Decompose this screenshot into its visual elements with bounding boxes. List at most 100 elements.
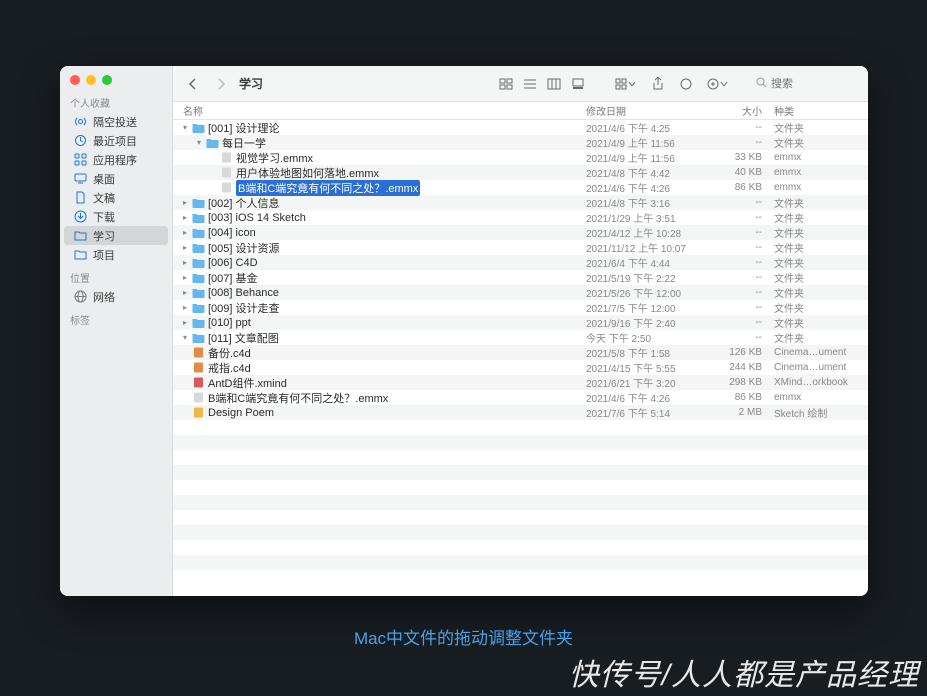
file-date: 2021/4/8 下午 3:16 bbox=[586, 195, 712, 210]
table-row[interactable] bbox=[173, 420, 868, 435]
disclosure-triangle-icon[interactable]: ▸ bbox=[181, 288, 189, 297]
sidebar-item[interactable]: 网络 bbox=[64, 287, 168, 306]
maximize-button[interactable] bbox=[102, 75, 112, 85]
sidebar-item[interactable]: 隔空投送 bbox=[64, 112, 168, 131]
disclosure-triangle-icon[interactable]: ▸ bbox=[181, 273, 189, 282]
view-list-button[interactable] bbox=[518, 73, 542, 95]
sidebar-item[interactable]: 最近项目 bbox=[64, 131, 168, 150]
table-row[interactable] bbox=[173, 540, 868, 555]
file-size: -- bbox=[712, 317, 768, 328]
sidebar-item[interactable]: 项目 bbox=[64, 245, 168, 264]
table-row[interactable]: ▸[002] 个人信息2021/4/8 下午 3:16--文件夹 bbox=[173, 195, 868, 210]
disclosure-triangle-icon[interactable]: ▸ bbox=[181, 228, 189, 237]
table-row[interactable]: Design Poem2021/7/6 下午 5:142 MBSketch 绘制 bbox=[173, 405, 868, 420]
header-date[interactable]: 修改日期 bbox=[586, 103, 712, 118]
table-row[interactable]: ▸[005] 设计资源2021/11/12 上午 10:07--文件夹 bbox=[173, 240, 868, 255]
sidebar-item[interactable]: 桌面 bbox=[64, 169, 168, 188]
header-name[interactable]: 名称 bbox=[173, 103, 586, 118]
table-row[interactable] bbox=[173, 480, 868, 495]
file-date: 2021/4/6 下午 4:25 bbox=[586, 120, 712, 135]
file-kind: 文件夹 bbox=[768, 255, 868, 270]
sidebar-item-label: 文稿 bbox=[93, 190, 115, 206]
table-row[interactable]: B端和C端究竟有何不同之处？.emmx2021/4/6 下午 4:2686 KB… bbox=[173, 390, 868, 405]
table-row[interactable] bbox=[173, 435, 868, 450]
tag-button[interactable] bbox=[674, 73, 698, 95]
disclosure-triangle-icon[interactable]: ▾ bbox=[181, 123, 189, 132]
table-row[interactable]: ▸[010] ppt2021/9/16 下午 2:40--文件夹 bbox=[173, 315, 868, 330]
sidebar-item[interactable]: 文稿 bbox=[64, 188, 168, 207]
file-list[interactable]: ▾[001] 设计理论2021/4/6 下午 4:25--文件夹▾每日一学202… bbox=[173, 120, 868, 596]
share-button[interactable] bbox=[646, 73, 670, 95]
table-row[interactable]: ▾每日一学2021/4/9 上午 11:56--文件夹 bbox=[173, 135, 868, 150]
disclosure-triangle-icon[interactable]: ▸ bbox=[181, 258, 189, 267]
table-row[interactable] bbox=[173, 570, 868, 585]
table-row[interactable]: 戒指.c4d2021/4/15 下午 5:55244 KBCinema…umen… bbox=[173, 360, 868, 375]
table-row[interactable]: 用户体验地图如何落地.emmx2021/4/8 下午 4:4240 KBemmx bbox=[173, 165, 868, 180]
view-column-button[interactable] bbox=[542, 73, 566, 95]
table-row[interactable]: ▸[009] 设计走查2021/7/5 下午 12:00--文件夹 bbox=[173, 300, 868, 315]
minimize-button[interactable] bbox=[86, 75, 96, 85]
back-button[interactable] bbox=[181, 73, 205, 95]
group-menu-button[interactable] bbox=[608, 73, 642, 95]
table-row[interactable] bbox=[173, 510, 868, 525]
table-row[interactable]: ▸[006] C4D2021/6/4 下午 4:44--文件夹 bbox=[173, 255, 868, 270]
sidebar-item-label: 桌面 bbox=[93, 171, 115, 187]
file-kind: 文件夹 bbox=[768, 225, 868, 240]
file-icon bbox=[192, 362, 205, 373]
table-row[interactable]: ▾[001] 设计理论2021/4/6 下午 4:25--文件夹 bbox=[173, 120, 868, 135]
sidebar-item[interactable]: 下载 bbox=[64, 207, 168, 226]
file-date: 2021/4/15 下午 5:55 bbox=[586, 360, 712, 375]
table-row[interactable]: ▾[011] 文章配图今天 下午 2:50--文件夹 bbox=[173, 330, 868, 345]
search-field[interactable] bbox=[750, 74, 860, 94]
file-name[interactable]: B端和C端究竟有何不同之处？.emmx bbox=[236, 180, 420, 196]
sidebar-item-label: 隔空投送 bbox=[93, 114, 137, 130]
main-pane: 学习 名称 修改日期 大小 种类 ▾[001] 设计 bbox=[173, 66, 868, 596]
table-row[interactable]: ▸[007] 基金2021/5/19 下午 2:22--文件夹 bbox=[173, 270, 868, 285]
disclosure-triangle-icon[interactable]: ▸ bbox=[181, 198, 189, 207]
finder-window: 个人收藏隔空投送最近项目应用程序桌面文稿下载学习项目位置网络标签 学习 bbox=[60, 66, 868, 596]
disclosure-triangle-icon[interactable]: ▸ bbox=[181, 213, 189, 222]
doc-icon bbox=[74, 191, 87, 204]
table-row[interactable]: ▸[004] icon2021/4/12 上午 10:28--文件夹 bbox=[173, 225, 868, 240]
disclosure-triangle-icon[interactable]: ▸ bbox=[181, 243, 189, 252]
table-row[interactable]: 备份.c4d2021/5/8 下午 1:58126 KBCinema…ument bbox=[173, 345, 868, 360]
clock-icon bbox=[74, 134, 87, 147]
table-row[interactable]: B端和C端究竟有何不同之处？.emmx2021/4/6 下午 4:2686 KB… bbox=[173, 180, 868, 195]
header-size[interactable]: 大小 bbox=[712, 103, 768, 118]
table-row[interactable]: AntD组件.xmind2021/6/21 下午 3:20298 KBXMind… bbox=[173, 375, 868, 390]
file-date: 2021/7/5 下午 12:00 bbox=[586, 300, 712, 315]
search-input[interactable] bbox=[771, 78, 851, 90]
sidebar-item[interactable]: 学习 bbox=[64, 226, 168, 245]
file-name: [007] 基金 bbox=[208, 270, 258, 286]
table-row[interactable] bbox=[173, 525, 868, 540]
sidebar-item-label: 网络 bbox=[93, 289, 115, 305]
table-row[interactable] bbox=[173, 495, 868, 510]
action-menu-button[interactable] bbox=[702, 73, 732, 95]
view-gallery-button[interactable] bbox=[566, 73, 590, 95]
file-size: -- bbox=[712, 212, 768, 223]
file-icon bbox=[192, 377, 205, 388]
traffic-lights bbox=[60, 66, 172, 89]
view-icon-button[interactable] bbox=[494, 73, 518, 95]
close-button[interactable] bbox=[70, 75, 80, 85]
table-row[interactable] bbox=[173, 465, 868, 480]
header-kind[interactable]: 种类 bbox=[768, 103, 868, 118]
file-size: -- bbox=[712, 287, 768, 298]
disclosure-triangle-icon[interactable]: ▸ bbox=[181, 318, 189, 327]
disclosure-triangle-icon[interactable]: ▸ bbox=[181, 303, 189, 312]
table-row[interactable]: ▸[008] Behance2021/5/26 下午 12:00--文件夹 bbox=[173, 285, 868, 300]
table-row[interactable] bbox=[173, 555, 868, 570]
forward-button[interactable] bbox=[209, 73, 233, 95]
file-date: 2021/4/6 下午 4:26 bbox=[586, 180, 712, 195]
table-row[interactable]: ▸[003] iOS 14 Sketch2021/1/29 上午 3:51--文… bbox=[173, 210, 868, 225]
watermark: 快传号/人人都是产品经理 bbox=[569, 650, 919, 694]
disclosure-triangle-icon[interactable]: ▾ bbox=[195, 138, 203, 147]
disclosure-triangle-icon[interactable]: ▾ bbox=[181, 333, 189, 342]
file-name: [008] Behance bbox=[208, 287, 279, 299]
folder-icon bbox=[192, 302, 205, 313]
table-row[interactable]: 视觉学习.emmx2021/4/9 上午 11:5633 KBemmx bbox=[173, 150, 868, 165]
file-name: 用户体验地图如何落地.emmx bbox=[236, 165, 379, 181]
table-row[interactable] bbox=[173, 450, 868, 465]
sidebar-section-label: 位置 bbox=[60, 264, 172, 287]
sidebar-item[interactable]: 应用程序 bbox=[64, 150, 168, 169]
